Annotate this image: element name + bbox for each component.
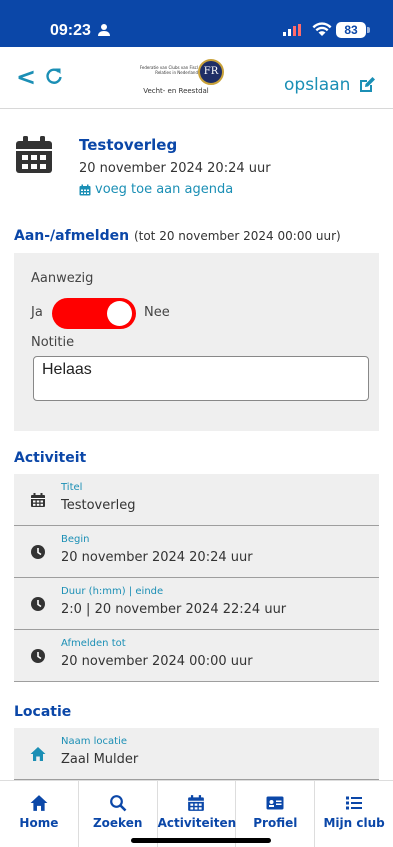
row-label: Titel — [61, 482, 83, 493]
event-title: Testoverleg — [79, 136, 178, 154]
attendance-toggle[interactable] — [52, 298, 136, 329]
add-to-agenda-label: voeg toe aan agenda — [95, 182, 234, 197]
clock-icon — [31, 597, 45, 611]
calendar-icon — [31, 493, 45, 507]
wifi-icon — [312, 22, 332, 36]
row-value: Zaal Mulder — [61, 752, 139, 767]
clock-icon — [31, 545, 45, 559]
add-to-agenda-link[interactable]: voeg toe aan agenda — [79, 182, 233, 197]
row-value: 2:0 | 20 november 2024 22:24 uur — [61, 602, 287, 617]
signup-heading: Aan-/afmelden (tot 20 november 2024 00:0… — [14, 228, 341, 244]
present-label: Aanwezig — [31, 271, 94, 286]
row-label: Begin — [61, 534, 90, 545]
toggle-knob[interactable] — [107, 301, 132, 326]
tab-my-club[interactable]: Mijn club — [315, 781, 393, 847]
event-date: 20 november 2024 20:24 uur — [79, 161, 271, 176]
clock-icon — [31, 649, 45, 663]
note-input[interactable]: Helaas — [33, 356, 369, 401]
row-label: Duur (h:mm) | einde — [61, 586, 164, 597]
id-card-icon — [266, 796, 284, 810]
club-logo: Federatie van Clubs van Fiscl Relaties i… — [120, 57, 232, 99]
tab-home[interactable]: Home — [0, 781, 79, 847]
row-value: 20 november 2024 00:00 uur — [61, 654, 253, 669]
activity-row-duration: Duur (h:mm) | einde 2:0 | 20 november 20… — [14, 578, 379, 630]
bottom-tab-bar: Home Zoeken Activiteiten Profiel Mijn cl… — [0, 780, 393, 847]
signal-icon — [283, 24, 301, 36]
app-header: < Federatie van Clubs van Fiscl Relaties… — [0, 47, 393, 109]
no-label: Nee — [144, 305, 170, 320]
location-row-name: Naam locatie Zaal Mulder — [14, 728, 379, 780]
calendar-icon — [188, 795, 205, 811]
status-bar: 09:23 83 — [0, 0, 393, 47]
list-icon — [346, 796, 363, 810]
home-indicator — [131, 838, 271, 843]
back-button[interactable]: < — [16, 63, 36, 91]
battery-level: 83 — [336, 22, 366, 38]
activity-row-begin: Begin 20 november 2024 20:24 uur — [14, 526, 379, 578]
row-label: Naam locatie — [61, 736, 128, 747]
person-icon — [98, 24, 110, 36]
tab-label: Mijn club — [323, 816, 385, 830]
logo-club-name: Vecht- en Reestdal — [143, 87, 209, 95]
row-label: Afmelden tot — [61, 638, 126, 649]
calendar-icon — [16, 136, 52, 173]
signup-panel: Aanwezig Ja Nee Notitie Helaas — [14, 253, 379, 431]
logo-seal: FR — [198, 59, 224, 85]
signup-heading-text: Aan-/afmelden — [14, 228, 130, 244]
activity-list: Titel Testoverleg Begin 20 november 2024… — [14, 474, 379, 682]
signup-deadline: (tot 20 november 2024 00:00 uur) — [133, 229, 341, 243]
status-time: 09:23 — [50, 22, 91, 39]
yes-label: Ja — [31, 305, 43, 320]
row-value: 20 november 2024 20:24 uur — [61, 550, 253, 565]
home-icon — [30, 747, 46, 761]
tab-label: Home — [19, 816, 59, 830]
battery-icon — [367, 27, 370, 33]
home-icon — [30, 795, 48, 811]
note-label: Notitie — [31, 335, 75, 350]
logo-federation-text: Federatie van Clubs van Fiscl Relaties i… — [139, 65, 198, 75]
search-icon — [109, 795, 127, 812]
tab-label: Profiel — [253, 816, 298, 830]
location-list: Naam locatie Zaal Mulder — [14, 728, 379, 780]
activity-row-title: Titel Testoverleg — [14, 474, 379, 526]
save-button[interactable]: opslaan — [284, 75, 350, 95]
activity-row-signoff-deadline: Afmelden tot 20 november 2024 00:00 uur — [14, 630, 379, 682]
calendar-icon — [79, 184, 91, 195]
refresh-icon[interactable] — [45, 67, 63, 85]
row-value: Testoverleg — [61, 498, 136, 513]
tab-label: Activiteiten — [157, 816, 237, 830]
tab-label: Zoeken — [92, 816, 143, 830]
activity-heading: Activiteit — [14, 450, 87, 466]
edit-icon[interactable] — [358, 76, 376, 94]
location-heading: Locatie — [14, 704, 72, 720]
